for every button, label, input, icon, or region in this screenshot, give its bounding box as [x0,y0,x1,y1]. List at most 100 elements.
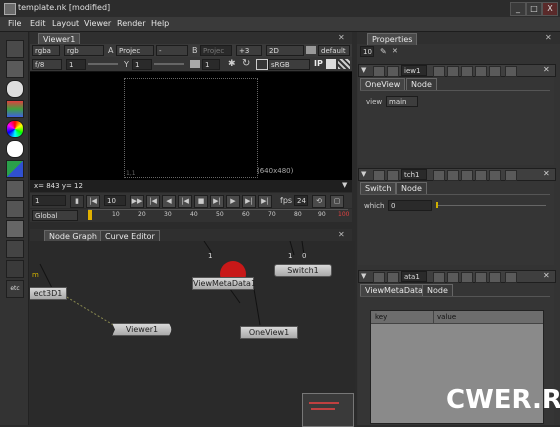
revert-icon[interactable] [489,66,501,77]
max-panels-field[interactable]: 10 [360,46,374,57]
tab-node[interactable]: Node [396,182,427,194]
colorspace-select[interactable]: sRGB [268,59,310,70]
node-switch[interactable]: Switch1 [274,264,332,277]
menu-file[interactable]: File [8,19,21,28]
transform-nodes-icon[interactable] [6,200,24,218]
views-nodes-icon[interactable] [6,240,24,258]
float-panel-icon[interactable] [505,170,517,181]
other-nodes-icon[interactable] [6,260,24,278]
float-panel-icon[interactable] [505,272,517,283]
first-frame-button[interactable]: |◀ [86,195,100,208]
node-oneview[interactable]: OneView1 [240,326,298,339]
undo-icon[interactable] [461,66,473,77]
pin-icon[interactable]: ✎ [380,47,387,56]
gamma-slider[interactable] [154,63,184,65]
help-icon[interactable] [373,272,385,283]
close-icon[interactable]: ✕ [338,230,345,239]
timeline[interactable]: Global 1 10 20 30 40 50 60 70 80 90 100 [30,209,352,222]
float-icon[interactable] [447,66,459,77]
minimap[interactable] [302,393,354,427]
revert-icon[interactable] [489,170,501,181]
redo-icon[interactable] [475,170,487,181]
fstop-select[interactable]: f/8 [32,59,62,70]
flipbook-button[interactable]: ▢ [330,195,344,208]
lock-icon[interactable] [326,59,336,69]
center-icon[interactable] [433,66,445,77]
roi-icon[interactable] [256,59,268,70]
draw-nodes-icon[interactable] [6,60,24,78]
collapse-icon[interactable]: ▼ [361,170,366,178]
which-field[interactable]: 0 [388,200,432,211]
checker-icon[interactable] [338,59,350,69]
col-value-header[interactable]: value [437,313,456,321]
tab-node[interactable]: Node [406,78,437,90]
undo-icon[interactable] [461,272,473,283]
a-input-select[interactable]: Projec [116,45,154,56]
layer-select[interactable]: rgb [64,45,104,56]
menu-help[interactable]: Help [151,19,169,28]
play-backward-button[interactable]: ◀ [162,195,176,208]
help-icon[interactable] [373,66,385,77]
node-graph-canvas[interactable]: m ect3D1 Viewer1 1 ViewMetaData1 1 0 Swi… [30,241,355,427]
float-icon[interactable] [447,170,459,181]
loop-button[interactable]: ⟲ [312,195,326,208]
node-color-icon[interactable] [387,66,399,77]
color-nodes-icon[interactable] [6,120,24,138]
3d-nodes-icon[interactable] [6,220,24,238]
collapse-icon[interactable]: ▼ [361,66,366,74]
lut-select[interactable]: default [318,45,350,56]
redo-icon[interactable] [475,272,487,283]
tab-switch[interactable]: Switch [360,182,397,194]
node-viewmetadata[interactable]: ViewMetaData1 [192,277,256,290]
node-project3d[interactable]: ect3D1 [30,287,67,300]
playhead-marker[interactable] [88,210,92,220]
maximize-button[interactable]: □ [526,2,542,16]
center-icon[interactable] [433,272,445,283]
proxy-icon[interactable] [190,60,200,68]
step-back-increment-button[interactable]: |◀ [146,195,160,208]
undo-icon[interactable] [461,170,473,181]
node-color-icon[interactable] [387,272,399,283]
float-icon[interactable] [447,272,459,283]
node-color-icon[interactable] [387,170,399,181]
panel-name-field[interactable]: iew1 [401,65,427,76]
last-frame-button[interactable]: ▶| [258,195,272,208]
merge-nodes-icon[interactable] [6,180,24,198]
menu-viewer[interactable]: Viewer [84,19,111,28]
close-panel-icon[interactable]: ✕ [543,65,550,74]
which-slider-handle[interactable] [436,202,438,208]
image-nodes-icon[interactable] [6,40,24,58]
channel-nodes-icon[interactable] [6,100,24,118]
panel-name-field[interactable]: ata1 [401,271,427,282]
col-key-header[interactable]: key [375,313,387,321]
minimize-button[interactable]: _ [510,2,526,16]
gamma-field[interactable]: 1 [132,59,152,70]
menu-layout[interactable]: Layout [52,19,79,28]
keyer-nodes-icon[interactable] [6,160,24,178]
tab-properties[interactable]: Properties [367,33,418,45]
center-icon[interactable] [433,170,445,181]
view-select[interactable]: main [386,96,418,107]
gain-slider[interactable] [88,63,118,65]
help-icon[interactable] [373,170,385,181]
view-mode-select[interactable]: 2D [266,45,304,56]
skip-forward-button[interactable]: ▶▶ [130,195,144,208]
play-forward-button[interactable]: ▶ [226,195,240,208]
revert-icon[interactable] [489,272,501,283]
etc-nodes-icon[interactable]: etc [6,280,24,298]
close-panel-icon[interactable]: ✕ [543,169,550,178]
status-expand-icon[interactable]: ▼ [342,181,347,189]
compare-op-select[interactable]: - [156,45,188,56]
timeline-ruler[interactable]: 1 10 20 30 40 50 60 70 80 90 100 [88,209,349,222]
which-slider[interactable] [436,205,546,206]
lock-range-icon[interactable]: ▮ [70,195,84,208]
menu-render[interactable]: Render [117,19,145,28]
step-forward-increment-button[interactable]: ▶| [242,195,256,208]
gain-select[interactable]: +3 [236,45,262,56]
timeline-scope-select[interactable]: Global [32,210,78,221]
lut-icon[interactable] [306,46,316,54]
step-forward-button[interactable]: ▶| [210,195,224,208]
node-viewer[interactable]: Viewer1 [112,323,172,336]
step-back-button[interactable]: |◀ [178,195,192,208]
close-icon[interactable]: ✕ [338,33,345,42]
